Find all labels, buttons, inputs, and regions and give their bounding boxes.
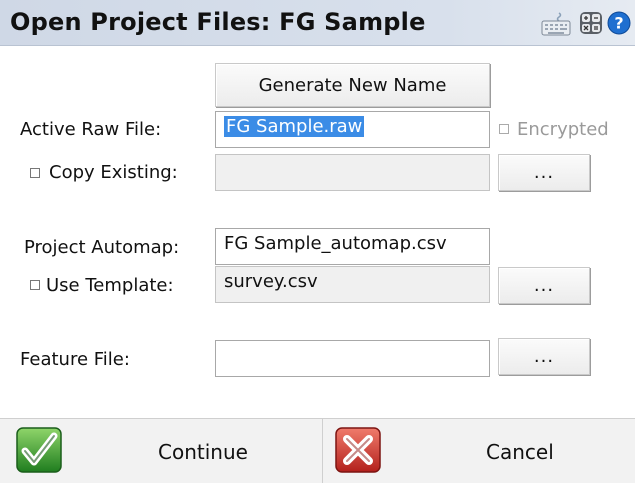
use-template-input[interactable]: survey.csv <box>215 266 490 303</box>
copy-existing-input[interactable] <box>215 154 490 191</box>
encrypted-checkbox <box>499 124 509 134</box>
cancel-x-icon <box>335 427 381 473</box>
continue-button[interactable]: Continue <box>0 418 323 483</box>
active-raw-file-value: FG Sample.raw <box>224 116 365 137</box>
feature-file-label: Feature File: <box>20 349 130 370</box>
help-glyph: ? <box>614 14 623 33</box>
copy-existing-checkbox[interactable] <box>30 168 40 178</box>
use-template-checkbox[interactable] <box>30 280 40 290</box>
copy-existing-label: Copy Existing: <box>49 162 178 183</box>
help-icon[interactable]: ? <box>607 11 631 35</box>
feature-file-browse-button[interactable]: ... <box>498 338 590 375</box>
cancel-label: Cancel <box>486 440 554 464</box>
project-automap-label: Project Automap: <box>24 237 180 258</box>
keyboard-icon[interactable] <box>541 11 571 37</box>
active-raw-file-label: Active Raw File: <box>20 119 162 140</box>
cancel-button[interactable]: Cancel <box>324 418 635 483</box>
continue-label: Continue <box>158 440 248 464</box>
feature-file-input[interactable] <box>215 340 490 377</box>
generate-new-name-button[interactable]: Generate New Name <box>215 63 490 107</box>
active-raw-file-input[interactable]: FG Sample.raw <box>215 111 490 148</box>
use-template-label: Use Template: <box>46 275 174 296</box>
title-bar: Open Project Files: FG Sample ? <box>0 0 635 46</box>
calculator-icon[interactable] <box>579 11 603 35</box>
checkmark-icon <box>16 427 62 473</box>
encrypted-label: Encrypted <box>517 119 609 140</box>
project-automap-input[interactable]: FG Sample_automap.csv <box>215 228 490 265</box>
copy-existing-browse-button[interactable]: ... <box>498 154 590 191</box>
use-template-browse-button[interactable]: ... <box>498 267 590 304</box>
window-title: Open Project Files: FG Sample <box>10 8 426 36</box>
